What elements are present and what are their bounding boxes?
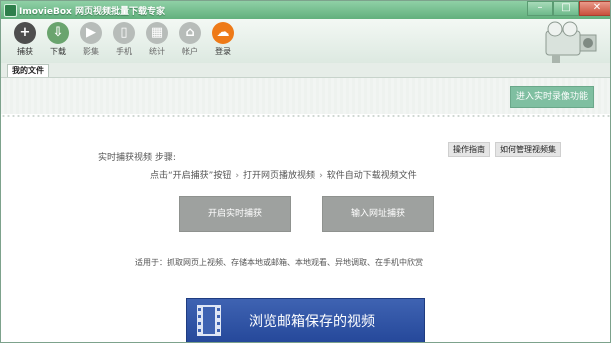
- step-1: 点击“开启捕获”按钮: [150, 171, 232, 181]
- stats-label: 统计: [149, 47, 165, 56]
- capture-label: 捕获: [17, 47, 33, 56]
- capture-button[interactable]: + 捕获: [11, 22, 39, 57]
- chart-icon: ▦: [146, 22, 168, 44]
- browse-mailbox-videos-button[interactable]: 浏览邮箱保存的视频: [186, 298, 425, 342]
- download-label: 下载: [50, 47, 66, 56]
- minimize-icon[interactable]: –: [527, 1, 553, 16]
- film-icon: [197, 305, 221, 336]
- steps-title: 实时捕获视频 步骤:: [98, 153, 176, 163]
- step-3: 软件自动下载视频文件: [326, 171, 417, 181]
- video-button[interactable]: ▶ 影集: [77, 22, 105, 57]
- phone-icon: ▯: [113, 22, 135, 44]
- plus-icon: +: [14, 22, 36, 44]
- account-label: 帐户: [182, 47, 198, 56]
- download-icon: ⇩: [47, 22, 69, 44]
- video-label: 影集: [83, 47, 99, 56]
- enter-url-button[interactable]: 输入网址捕获: [322, 196, 434, 232]
- start-capture-button[interactable]: 开启实时捕获: [179, 196, 291, 232]
- app-logo-icon: [4, 4, 17, 17]
- phone-label: 手机: [116, 47, 132, 56]
- dotted-divider: [1, 114, 610, 118]
- applies-text: 适用于：抓取网页上视频、存储本地或邮箱、本地观看、异地调取、在手机中欣赏: [135, 258, 423, 267]
- steps-line: 点击“开启捕获”按钮 › 打开网页播放视频 › 软件自动下载视频文件: [150, 168, 417, 181]
- maximize-icon[interactable]: □: [553, 1, 579, 16]
- login-label: 登录: [215, 47, 231, 56]
- account-button[interactable]: ⌂ 帐户: [176, 22, 204, 57]
- chevron-right-icon: ›: [319, 171, 323, 181]
- cloud-icon: ☁: [212, 22, 234, 44]
- realtime-bar: 进入实时录像功能: [1, 78, 610, 114]
- app-window: ImovieBox 网页视频批量下载专家 – □ ✕ + 捕获 ⇩ 下载 ▶ 影…: [0, 0, 611, 343]
- browse-button-label: 浏览邮箱保存的视频: [249, 314, 375, 330]
- tab-bar: 我的文件: [1, 63, 610, 78]
- login-button[interactable]: ☁ 登录: [209, 22, 237, 57]
- realtime-record-button[interactable]: 进入实时录像功能: [509, 86, 594, 108]
- close-icon[interactable]: ✕: [579, 1, 610, 16]
- title-bar: ImovieBox 网页视频批量下载专家 – □ ✕: [1, 1, 610, 19]
- phone-button[interactable]: ▯ 手机: [110, 22, 138, 57]
- lock-icon: ⌂: [179, 22, 201, 44]
- toolbar: + 捕获 ⇩ 下载 ▶ 影集 ▯ 手机 ▦ 统计 ⌂ 帐户 ☁ 登录: [1, 19, 610, 69]
- download-button[interactable]: ⇩ 下载: [44, 22, 72, 57]
- tab-my-files[interactable]: 我的文件: [7, 64, 49, 77]
- window-title: ImovieBox 网页视频批量下载专家: [19, 7, 165, 17]
- step-2: 打开网页播放视频: [243, 171, 316, 181]
- chevron-right-icon: ›: [235, 171, 240, 181]
- stats-button[interactable]: ▦ 统计: [143, 22, 171, 57]
- manage-collection-button[interactable]: 如何管理视频集: [495, 142, 561, 157]
- play-icon: ▶: [80, 22, 102, 44]
- ops-guide-button[interactable]: 操作指南: [448, 142, 490, 157]
